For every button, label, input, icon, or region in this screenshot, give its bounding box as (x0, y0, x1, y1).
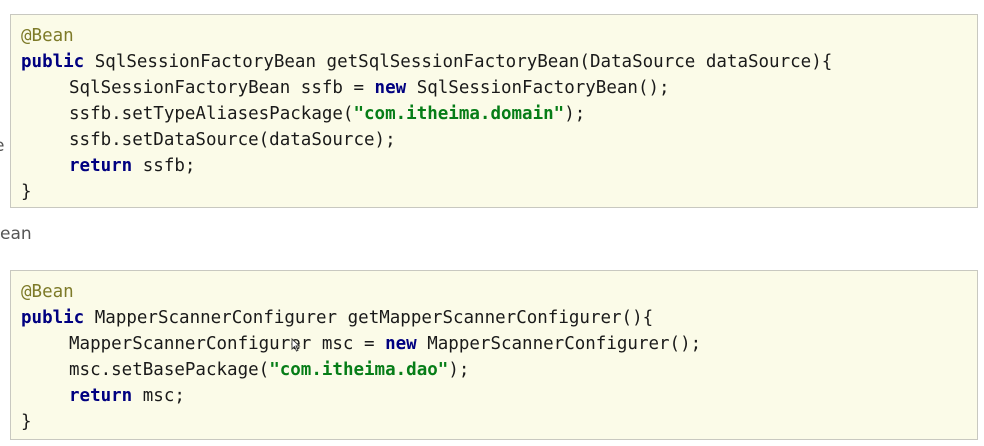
code-line: ssfb.setDataSource(dataSource); (21, 127, 977, 153)
code-text: MapperScannerConfigurer getMapperScanner… (84, 308, 654, 328)
code-line: return ssfb; (21, 153, 977, 179)
annotation: @Bean (21, 26, 74, 46)
code-line: MapperScannerConfigurer msc = new Mapper… (21, 331, 977, 357)
code-line: ssfb.setTypeAliasesPackage("com.itheima.… (21, 101, 977, 127)
code-block-mapperscanner: @Bean public MapperScannerConfigurer get… (10, 270, 978, 440)
code-text: SqlSessionFactoryBean getSqlSessionFacto… (84, 52, 833, 72)
code-line: } (21, 409, 977, 435)
keyword: public (21, 308, 85, 328)
code-line: return msc; (21, 383, 977, 409)
code-text: ssfb; (132, 156, 196, 176)
annotation: @Bean (21, 282, 74, 302)
code-text: msc; (132, 386, 185, 406)
code-text: MapperScannerConfigurer msc = (69, 334, 386, 354)
code-line: msc.setBasePackage("com.itheima.dao"); (21, 357, 977, 383)
code-text: SqlSessionFactoryBean(); (406, 78, 670, 98)
side-text-fragment: e (0, 136, 4, 156)
code-text: MapperScannerConfigurer(); (416, 334, 702, 354)
code-block-sqlsessionfactory: @Bean public SqlSessionFactoryBean getSq… (10, 14, 978, 208)
code-line: SqlSessionFactoryBean ssfb = new SqlSess… (21, 75, 977, 101)
string-literal: "com.itheima.dao" (269, 360, 449, 380)
keyword: public (21, 52, 85, 72)
side-text-fragment: ean (0, 224, 32, 244)
mouse-cursor-icon (291, 338, 301, 352)
keyword: return (69, 386, 133, 406)
code-text: ssfb.setDataSource(dataSource); (69, 130, 396, 150)
code-line: @Bean (21, 279, 977, 305)
code-line: public MapperScannerConfigurer getMapper… (21, 305, 977, 331)
closing-brace: } (21, 412, 32, 432)
code-text: msc.setBasePackage( (69, 360, 270, 380)
code-line: public SqlSessionFactoryBean getSqlSessi… (21, 49, 977, 75)
keyword: new (374, 78, 407, 98)
code-line: } (21, 179, 977, 205)
code-text: ); (564, 104, 586, 124)
string-literal: "com.itheima.domain" (353, 104, 565, 124)
keyword: return (69, 156, 133, 176)
closing-brace: } (21, 182, 32, 202)
code-text: SqlSessionFactoryBean ssfb = (69, 78, 375, 98)
code-text: ssfb.setTypeAliasesPackage( (69, 104, 354, 124)
code-line: @Bean (21, 23, 977, 49)
code-text: ); (448, 360, 470, 380)
keyword: new (385, 334, 417, 354)
